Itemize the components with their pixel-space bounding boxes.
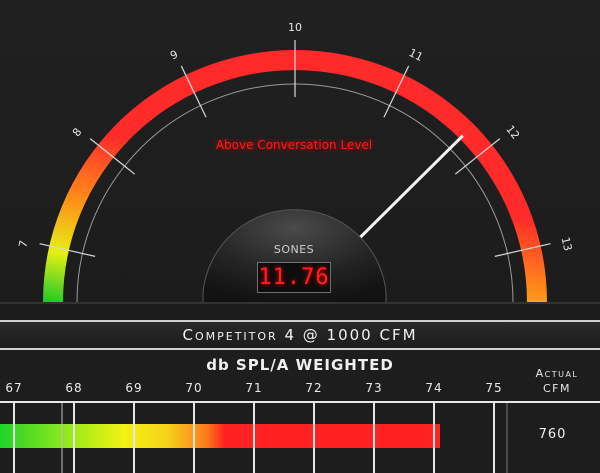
- db-meter-panel: db SPL/A WEIGHTED 67 68 69 70 71 72 73 74 75 Act…: [0, 350, 600, 473]
- gauge-tick-label: 8: [70, 126, 85, 140]
- zone-label: Above Conversation Level: [215, 138, 373, 152]
- gauge-tick-label: 10: [288, 21, 302, 34]
- db-scale-label: 74: [425, 381, 443, 395]
- gauge-tick-label: 12: [503, 123, 522, 142]
- db-scale-label: 70: [185, 381, 203, 395]
- digital-readout: 11.76: [257, 262, 331, 293]
- gauge-baseline: [0, 302, 600, 304]
- db-scale-label: 71: [245, 381, 263, 395]
- sones-reading: 11.76: [258, 265, 330, 290]
- db-scale-label: 69: [125, 381, 143, 395]
- gauge-tick-label: 13: [559, 236, 575, 253]
- caption-bar: Competitor 4 @ 1000 CFM: [0, 322, 600, 350]
- meter-top-rule: [0, 401, 600, 403]
- actual-cfm-label: Actual CFM: [535, 367, 579, 395]
- gauge-tick-label: 11: [407, 46, 425, 64]
- gauge-tick-label: 7: [16, 239, 30, 249]
- db-scale-label: 67: [5, 381, 23, 395]
- db-scale-label: 68: [65, 381, 83, 395]
- db-scale-label: 73: [365, 381, 383, 395]
- gauge-tick-label: 9: [168, 48, 180, 63]
- meter-display: 7 8 9 10 11 12 13 Above Conversation Level SON…: [0, 0, 600, 473]
- db-scale-label: 75: [485, 381, 503, 395]
- sones-gauge-panel: 7 8 9 10 11 12 13 Above Conversation Level SON…: [0, 0, 600, 322]
- actual-cfm-value: 760: [538, 427, 567, 442]
- unit-label: SONES: [273, 243, 315, 256]
- db-scale-label: 72: [305, 381, 323, 395]
- db-meter-title: db SPL/A WEIGHTED: [206, 356, 394, 374]
